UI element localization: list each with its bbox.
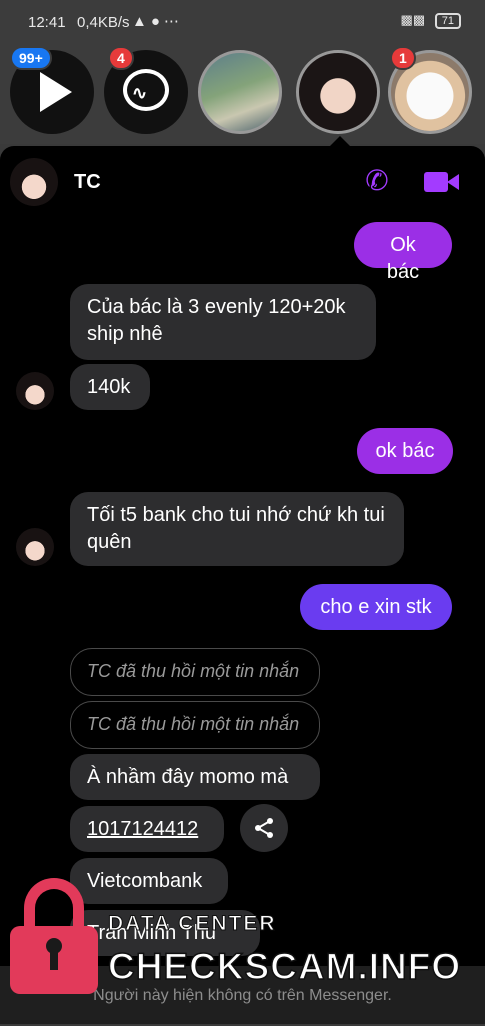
play-icon — [40, 72, 72, 112]
badge-messenger: 4 — [108, 46, 134, 70]
message-bubble-incoming[interactable]: 140k — [70, 364, 150, 410]
status-notification-icons: ▲●⋯ — [132, 13, 183, 30]
share-button[interactable] — [240, 804, 288, 852]
message-bubble-incoming[interactable]: Của bác là 3 evenly 120+20k ship nhê — [70, 284, 376, 360]
active-head-pointer — [330, 136, 350, 146]
status-bar: 12:41 0,4KB/s ▲●⋯ ▩▩ 71 — [0, 0, 485, 44]
message-bubble-incoming[interactable]: À nhầm đây momo mà — [70, 754, 320, 800]
contact-avatar-small — [16, 528, 54, 566]
status-time: 12:41 — [28, 14, 66, 31]
video-call-icon[interactable] — [424, 172, 459, 192]
chat-heads-bar: 99+ ∿ 4 1 — [0, 44, 485, 144]
contact-name[interactable]: TC — [74, 171, 101, 194]
message-bubble-incoming[interactable]: Tối t5 bank cho tui nhớ chứ kh tui quên — [70, 492, 404, 566]
contact-avatar[interactable] — [10, 158, 58, 206]
battery-icon: 71 — [434, 13, 461, 29]
phone-call-icon[interactable]: ✆ — [360, 166, 394, 196]
message-bubble-outgoing[interactable]: ok bác — [357, 428, 453, 474]
account-number-message[interactable]: 1017124412 — [70, 806, 224, 852]
status-net-speed: 0,4KB/s — [77, 14, 130, 31]
signal-icon: ▩▩ — [400, 12, 426, 27]
lock-icon — [10, 878, 98, 994]
chat-panel: TC ✆ Ok bác Của bác là 3 evenly 120+20k … — [0, 146, 485, 966]
message-bubble-outgoing[interactable]: cho e xin stk — [300, 584, 452, 630]
chat-head-person-2[interactable] — [296, 50, 380, 134]
badge-cat: 1 — [390, 46, 416, 70]
messenger-bolt-icon: ∿ — [132, 83, 148, 103]
badge-video-player: 99+ — [10, 46, 52, 70]
share-icon — [255, 818, 273, 838]
contact-avatar-small — [16, 372, 54, 410]
status-right: ▩▩ 71 — [401, 12, 461, 29]
watermark-subtitle: DATA CENTER — [108, 912, 277, 936]
revoked-message: TC đã thu hồi một tin nhắn — [70, 648, 320, 696]
message-bubble-outgoing[interactable]: Ok bác — [354, 222, 452, 283]
revoked-message: TC đã thu hồi một tin nhắn — [70, 701, 320, 749]
chat-head-person-1[interactable] — [198, 50, 282, 134]
watermark-title: CHECKSCAM.INFO — [107, 945, 462, 988]
chat-header: TC ✆ — [0, 146, 485, 216]
